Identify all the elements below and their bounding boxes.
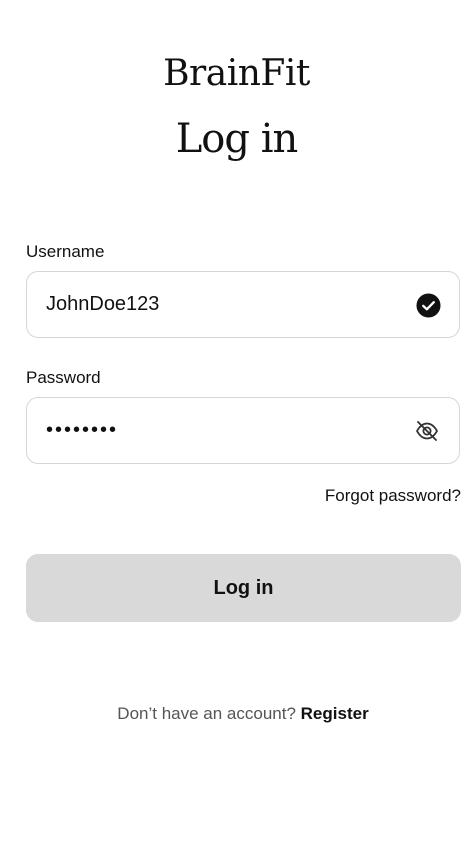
login-button[interactable]: Log in [26,554,461,622]
register-prompt: Don’t have an account? Register [0,704,473,724]
username-label: Username [26,242,105,261]
register-prompt-text: Don’t have an account? [117,704,296,723]
password-field [26,397,460,464]
username-field [26,271,460,338]
register-link[interactable]: Register [301,704,369,723]
eye-off-icon[interactable] [415,420,439,442]
username-input[interactable] [46,272,406,337]
check-circle-icon [416,293,441,318]
password-input[interactable] [46,398,406,463]
password-label: Password [26,368,101,387]
page-title: Log in [175,116,299,162]
forgot-password-link[interactable]: Forgot password? [325,486,461,506]
brand-logo: BrainFit [163,53,310,94]
